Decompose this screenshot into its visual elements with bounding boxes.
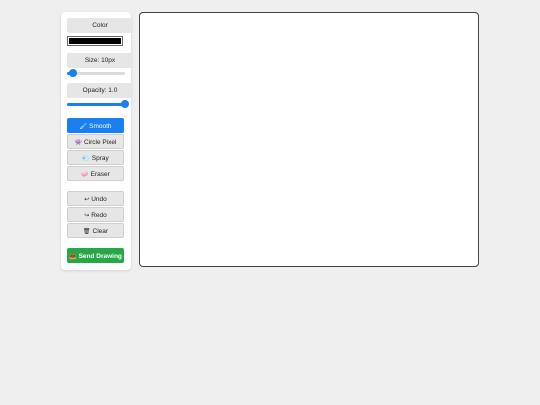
drawing-canvas[interactable] [139, 12, 479, 267]
trash-icon: 🗑 [82, 229, 91, 235]
clear-button[interactable]: 🗑 Clear [67, 223, 124, 238]
size-slider[interactable] [67, 69, 125, 77]
send-drawing-label: Send Drawing [78, 253, 122, 260]
brush-icon: 🖌 [79, 124, 88, 130]
clear-label: Clear [92, 228, 109, 235]
spray-icon: 💨 [82, 156, 90, 162]
color-label: Color [67, 18, 133, 33]
eraser-icon: 🧼 [81, 172, 89, 178]
color-swatch [69, 38, 121, 44]
opacity-label: Opacity: 1.0 [67, 83, 133, 98]
brush-smooth-button[interactable]: 🖌 Smooth [67, 118, 124, 133]
alien-icon: 👾 [74, 140, 82, 146]
undo-icon: ↩ [84, 197, 90, 203]
redo-button[interactable]: ↪ Redo [67, 207, 124, 222]
undo-label: Undo [91, 196, 107, 203]
brush-smooth-label: Smooth [89, 123, 112, 130]
brush-spray-label: Spray [91, 155, 109, 162]
brush-circle-pixel-button[interactable]: 👾 Circle Pixel [67, 134, 124, 149]
brush-eraser-button[interactable]: 🧼 Eraser [67, 166, 124, 181]
undo-button[interactable]: ↩ Undo [67, 191, 124, 206]
redo-icon: ↪ [84, 213, 90, 219]
size-label: Size: 10px [67, 53, 133, 68]
opacity-slider-thumb[interactable] [121, 100, 129, 108]
send-icon: 📤 [69, 254, 77, 260]
opacity-slider-fill [67, 103, 125, 106]
brush-eraser-label: Eraser [90, 171, 110, 178]
brush-spray-button[interactable]: 💨 Spray [67, 150, 124, 165]
send-drawing-button[interactable]: 📤 Send Drawing [67, 248, 124, 263]
toolbar-panel: Color Size: 10px Opacity: 1.0 🖌 Smooth 👾 C… [61, 12, 133, 270]
color-picker[interactable] [67, 36, 123, 46]
opacity-slider[interactable] [67, 100, 129, 108]
redo-label: Redo [91, 212, 107, 219]
brush-circle-pixel-label: Circle Pixel [83, 139, 117, 146]
size-slider-thumb[interactable] [68, 69, 77, 77]
